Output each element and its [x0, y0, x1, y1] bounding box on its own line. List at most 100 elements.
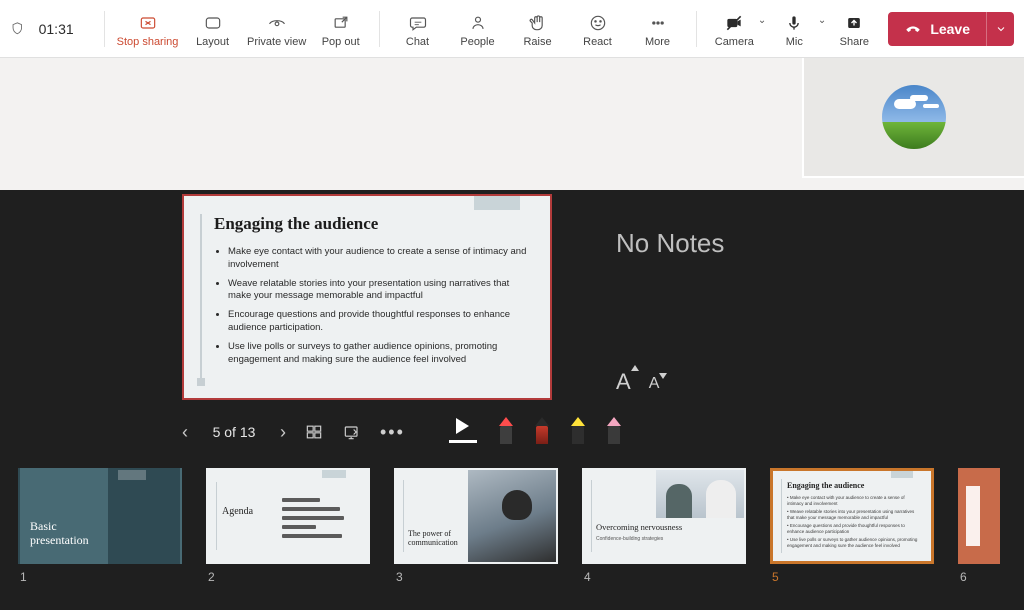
stop-sharing-icon [138, 12, 158, 34]
camera-button[interactable]: Camera [708, 5, 760, 53]
slide-thumbnails: Basic presentation 1 Agenda 2 The power … [0, 458, 1024, 610]
chevron-down-icon[interactable]: ⌄ [818, 15, 826, 26]
chat-label: Chat [406, 36, 429, 48]
cursor-tool-button[interactable] [449, 418, 477, 443]
thumbnail-bullet: • Encourage questions and provide though… [787, 523, 921, 535]
react-label: React [583, 36, 612, 48]
chat-icon [408, 12, 428, 34]
layout-button[interactable]: Layout [187, 5, 239, 53]
slide-counter: 5 of 13 [206, 424, 262, 440]
decrease-font-button[interactable]: A [649, 375, 660, 395]
layout-icon [203, 12, 223, 34]
eye-icon [267, 12, 287, 34]
thumbnail-slide-4[interactable]: Overcoming nervousness Confidence-buildi… [582, 468, 746, 564]
more-button[interactable]: More [632, 5, 684, 53]
react-button[interactable]: React [572, 5, 624, 53]
thumbnail-item[interactable]: Basic presentation 1 [18, 468, 182, 584]
current-slide[interactable]: Engaging the audience Make eye contact w… [182, 194, 552, 400]
layout-label: Layout [196, 36, 229, 48]
more-icon [648, 12, 668, 34]
thumbnail-slide-3[interactable]: The power of communication [394, 468, 558, 564]
participant-tile[interactable] [802, 58, 1024, 178]
private-view-button[interactable]: Private view [247, 5, 307, 53]
slide-accent [200, 214, 202, 382]
thumbnail-item[interactable]: 6 [958, 468, 1000, 584]
pop-out-button[interactable]: Pop out [315, 5, 367, 53]
slide-title: Engaging the audience [214, 214, 528, 234]
thumbnail-number: 2 [206, 570, 370, 584]
thumbnail-bullet: • Weave relatable stories into your pres… [787, 509, 921, 521]
thumbnail-number: 3 [394, 570, 558, 584]
mic-button[interactable]: Mic [768, 5, 820, 53]
thumbnail-item[interactable]: The power of communication 3 [394, 468, 558, 584]
mic-label: Mic [786, 36, 803, 48]
slide-bullet: Make eye contact with your audience to c… [228, 246, 528, 272]
increase-font-button[interactable]: A [616, 369, 631, 395]
prev-slide-button[interactable]: ‹ [182, 422, 188, 443]
popout-slide-button[interactable] [342, 421, 362, 443]
camera-label: Camera [715, 36, 754, 48]
pop-out-icon [331, 12, 351, 34]
pen-tool-button[interactable] [535, 417, 549, 444]
thumbnail-bullet: • Use live polls or surveys to gather au… [787, 537, 921, 549]
notes-empty-label: No Notes [616, 228, 724, 259]
thumbnail-number: 5 [770, 570, 934, 584]
thumbnail-number: 6 [958, 570, 1000, 584]
leave-menu-chevron[interactable] [986, 12, 1014, 46]
next-slide-button[interactable]: › [280, 422, 286, 443]
raise-label: Raise [523, 36, 551, 48]
call-timer: 01:31 [39, 21, 74, 37]
avatar [882, 85, 946, 149]
cursor-icon [456, 418, 469, 434]
people-icon [468, 12, 488, 34]
share-icon [844, 12, 864, 34]
react-icon [588, 12, 608, 34]
leave-button[interactable]: Leave [888, 12, 986, 46]
participants-stage [0, 58, 1024, 190]
leave-label: Leave [930, 21, 970, 37]
thumbnail-slide-1[interactable]: Basic presentation [18, 468, 182, 564]
chevron-down-icon [995, 23, 1007, 35]
camera-off-icon [724, 12, 744, 34]
laser-pointer-button[interactable] [499, 417, 513, 444]
thumbnail-title: Overcoming nervousness [596, 522, 682, 532]
raise-hand-icon [528, 12, 548, 34]
grid-view-button[interactable] [304, 421, 324, 443]
thumbnail-title: The power of communication [408, 530, 458, 548]
toolbar-divider [379, 11, 380, 47]
thumbnail-subtitle: Confidence-building strategies [596, 536, 663, 542]
thumbnail-slide-6[interactable] [958, 468, 1000, 564]
people-label: People [460, 36, 494, 48]
thumbnail-slide-5[interactable]: Engaging the audience • Make eye contact… [770, 468, 934, 564]
slide-bullet: Weave relatable stories into your presen… [228, 278, 528, 304]
pop-out-label: Pop out [322, 36, 360, 48]
thumbnail-bullet: • Make eye contact with your audience to… [787, 495, 921, 507]
thumbnail-number: 4 [582, 570, 746, 584]
thumbnail-item[interactable]: Engaging the audience • Make eye contact… [770, 468, 934, 584]
people-button[interactable]: People [452, 5, 504, 53]
slide-bullet: Use live polls or surveys to gather audi… [228, 341, 528, 367]
thumbnail-item[interactable]: Agenda 2 [206, 468, 370, 584]
thumbnail-title: Basic presentation [30, 520, 89, 548]
thumbnail-title: Agenda [222, 506, 253, 517]
active-tool-indicator [449, 440, 477, 443]
slide-controls: ‹ 5 of 13 › ••• [12, 412, 532, 452]
thumbnail-item[interactable]: Overcoming nervousness Confidence-buildi… [582, 468, 746, 584]
slide-more-button[interactable]: ••• [380, 422, 405, 443]
presenter-view: Engaging the audience Make eye contact w… [0, 190, 1024, 458]
thumbnail-slide-2[interactable]: Agenda [206, 468, 370, 564]
share-label: Share [840, 36, 869, 48]
private-view-label: Private view [247, 36, 306, 48]
hangup-icon [904, 20, 922, 38]
chat-button[interactable]: Chat [392, 5, 444, 53]
share-button[interactable]: Share [828, 5, 880, 53]
stop-sharing-button[interactable]: Stop sharing [116, 5, 178, 53]
chevron-down-icon[interactable]: ⌄ [758, 15, 766, 26]
shield-icon[interactable] [10, 20, 25, 38]
more-label: More [645, 36, 670, 48]
meeting-toolbar: 01:31 Stop sharing Layout Private view P… [0, 0, 1024, 58]
highlighter-button[interactable] [571, 417, 585, 444]
raise-hand-button[interactable]: Raise [512, 5, 564, 53]
eraser-button[interactable] [607, 417, 621, 444]
mic-icon [784, 12, 804, 34]
